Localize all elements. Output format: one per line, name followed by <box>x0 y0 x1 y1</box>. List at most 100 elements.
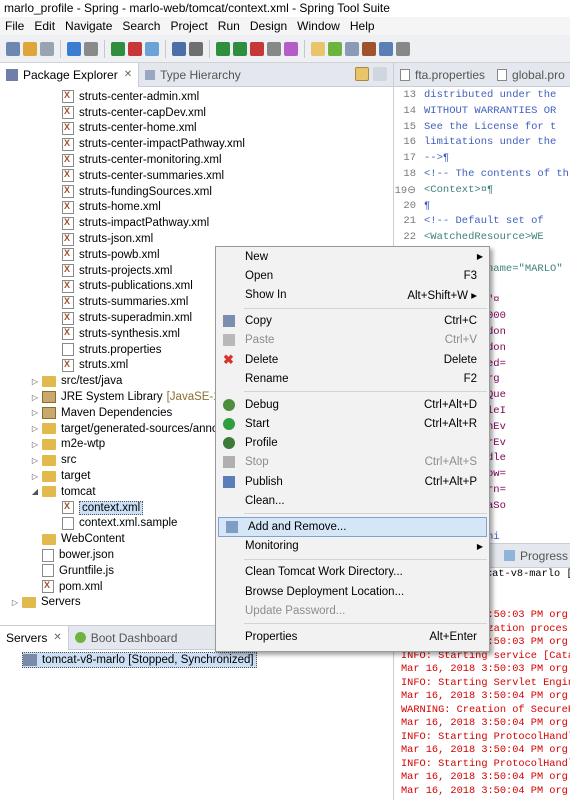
menu-file[interactable]: File <box>0 17 29 35</box>
tree-item[interactable]: struts-center-capDev.xml <box>0 105 394 121</box>
menu-item-browse-deployment-location[interactable]: Browse Deployment Location... <box>216 582 489 601</box>
editor-line: 16 limitations under the <box>394 136 570 152</box>
menu-item-shortcut: Ctrl+Alt+P <box>424 475 477 488</box>
hierarchy-icon <box>145 69 156 80</box>
menu-design[interactable]: Design <box>245 17 292 35</box>
xml-file-icon <box>62 248 74 262</box>
xml-file-icon <box>62 358 74 372</box>
menu-item-add-and-remove[interactable]: Add and Remove... <box>218 517 487 537</box>
close-icon[interactable]: ✕ <box>124 69 132 80</box>
server-entry[interactable]: tomcat-v8-marlo [Stopped, Synchronized] <box>22 652 257 668</box>
menu-item-show-in[interactable]: Show In Alt+Shift+W ▸ <box>216 285 489 304</box>
menu-item-publish[interactable]: Publish Ctrl+Alt+P <box>216 472 489 491</box>
editor-line: 19⊖ <Context>¤¶ <box>394 184 570 200</box>
menu-search[interactable]: Search <box>117 17 165 35</box>
expand-arrow-icon[interactable]: ▷ <box>30 424 40 433</box>
tab-global-properties[interactable]: global.pro <box>491 63 570 87</box>
toolbar-button-icon[interactable] <box>40 41 54 56</box>
menu-item-debug[interactable]: Debug Ctrl+Alt+D <box>216 395 489 414</box>
tab-label: global.pro <box>512 67 565 82</box>
menu-item-stop: Stop Ctrl+Alt+S <box>216 453 489 472</box>
expand-arrow-icon[interactable]: ▷ <box>30 440 40 449</box>
menu-item-properties[interactable]: Properties Alt+Enter <box>216 627 489 646</box>
tree-item[interactable]: struts-fundingSources.xml <box>0 184 394 200</box>
tree-item[interactable]: struts-center-monitoring.xml <box>0 152 394 168</box>
tree-item[interactable]: struts-home.xml <box>0 200 394 216</box>
tab-label: Boot Dashboard <box>90 630 178 645</box>
menu-item-shortcut: Ctrl+Alt+S <box>424 456 477 469</box>
menu-item-rename[interactable]: Rename F2 <box>216 369 489 388</box>
toolbar-button-icon[interactable] <box>267 41 281 56</box>
folder-icon <box>42 470 56 482</box>
expand-arrow-icon[interactable]: ◢ <box>30 487 40 496</box>
toolbar-button-icon[interactable] <box>6 41 20 56</box>
expand-arrow-icon[interactable]: ▷ <box>30 393 40 402</box>
toolbar-button-icon[interactable] <box>67 41 81 56</box>
view-menu-icon[interactable] <box>373 67 387 81</box>
expand-arrow-icon[interactable]: ▷ <box>30 408 40 417</box>
menu-item-label: Properties <box>245 630 298 643</box>
menu-item-label: Clean Tomcat Work Directory... <box>245 566 403 579</box>
menu-item-label: Clean... <box>245 494 285 507</box>
menu-item-clean[interactable]: Clean... <box>216 491 489 510</box>
xml-file-icon <box>62 279 74 293</box>
tree-item[interactable]: struts-center-admin.xml <box>0 89 394 105</box>
close-icon[interactable]: ✕ <box>53 632 61 643</box>
tab-type-hierarchy[interactable]: Type Hierarchy <box>139 63 247 87</box>
toolbar-button-icon[interactable] <box>23 41 37 56</box>
tree-item[interactable]: struts-json.xml <box>0 231 394 247</box>
tab-boot-dashboard[interactable]: Boot Dashboard <box>69 626 184 650</box>
toolbar-separator <box>304 39 305 58</box>
submenu-arrow-icon: ▶ <box>476 541 483 551</box>
link-editor-icon[interactable] <box>355 67 369 81</box>
expand-arrow-icon[interactable]: ▷ <box>10 598 20 607</box>
tree-item[interactable]: struts-center-home.xml <box>0 121 394 137</box>
toolbar-button-icon[interactable] <box>233 41 247 56</box>
menu-navigate[interactable]: Navigate <box>60 17 117 35</box>
toolbar-button-icon[interactable] <box>128 41 142 56</box>
editor-tabs: fta.properties global.pro <box>394 63 570 87</box>
tree-item-label: src <box>61 454 77 467</box>
menu-item-start[interactable]: Start Ctrl+Alt+R <box>216 415 489 434</box>
menu-item-copy[interactable]: Copy Ctrl+C <box>216 312 489 331</box>
console-line: Mar 16, 2018 3:50:03 PM org. <box>401 663 570 675</box>
toolbar-button-icon[interactable] <box>284 41 298 56</box>
toolbar-button-icon[interactable] <box>328 41 342 56</box>
toolbar-button-icon[interactable] <box>250 41 264 56</box>
menu-run[interactable]: Run <box>213 17 245 35</box>
menu-item-open[interactable]: Open F3 <box>216 266 489 285</box>
toolbar-button-icon[interactable] <box>311 41 325 56</box>
tree-item-label: struts-center-monitoring.xml <box>79 154 222 167</box>
expand-arrow-icon[interactable]: ▷ <box>30 472 40 481</box>
menu-item-monitoring[interactable]: Monitoring ▶ <box>216 537 489 556</box>
toolbar-button-icon[interactable] <box>362 41 376 56</box>
menu-window[interactable]: Window <box>292 17 345 35</box>
tree-item[interactable]: struts-impactPathway.xml <box>0 215 394 231</box>
menu-help[interactable]: Help <box>345 17 380 35</box>
menu-icon-slot <box>216 334 242 347</box>
toolbar-button-icon[interactable] <box>145 41 159 56</box>
toolbar-button-icon[interactable] <box>84 41 98 56</box>
toolbar-button-icon[interactable] <box>111 41 125 56</box>
expand-arrow-icon[interactable]: ▷ <box>30 377 40 386</box>
tree-item[interactable]: struts-center-impactPathway.xml <box>0 136 394 152</box>
toolbar-button-icon[interactable] <box>345 41 359 56</box>
menu-item-new[interactable]: New ▶ <box>216 247 489 266</box>
copy-icon <box>223 315 235 328</box>
tab-package-explorer[interactable]: Package Explorer ✕ <box>0 62 140 87</box>
menu-item-profile[interactable]: Profile <box>216 434 489 453</box>
menu-project[interactable]: Project <box>165 17 212 35</box>
toolbar-button-icon[interactable] <box>216 41 230 56</box>
tab-servers[interactable]: Servers ✕ <box>0 625 69 650</box>
toolbar-button-icon[interactable] <box>379 41 393 56</box>
toolbar-button-icon[interactable] <box>396 41 410 56</box>
expand-arrow-icon[interactable]: ▷ <box>30 456 40 465</box>
line-text: WITHOUT WARRANTIES OR <box>424 104 557 117</box>
menu-item-delete[interactable]: ✖ Delete Delete <box>216 350 489 369</box>
tab-fta-properties[interactable]: fta.properties <box>394 63 491 87</box>
tree-item[interactable]: struts-center-summaries.xml <box>0 168 394 184</box>
toolbar-button-icon[interactable] <box>189 41 203 56</box>
menu-edit[interactable]: Edit <box>29 17 60 35</box>
toolbar-button-icon[interactable] <box>172 41 186 56</box>
menu-item-clean-tomcat-work-directory[interactable]: Clean Tomcat Work Directory... <box>216 563 489 582</box>
